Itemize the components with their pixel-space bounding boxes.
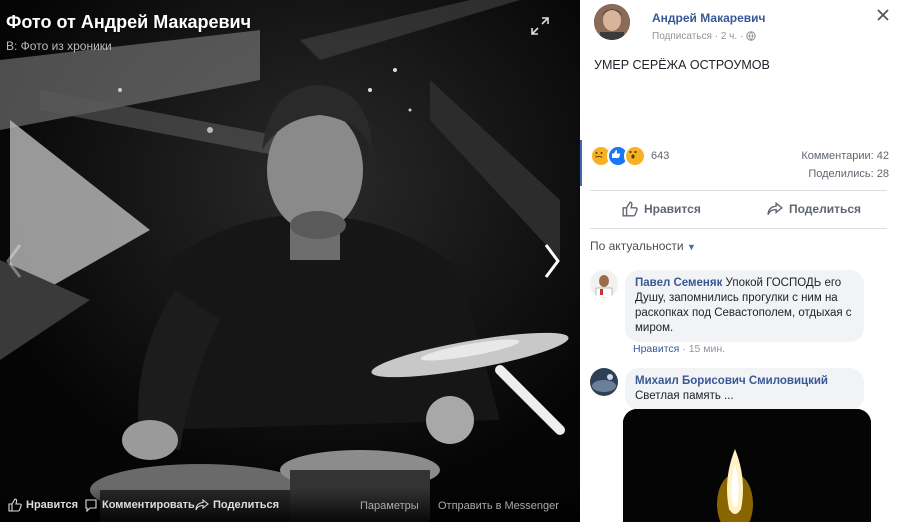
like-label: Нравится (644, 202, 701, 216)
photo[interactable] (0, 0, 580, 522)
like-button[interactable]: Нравится (622, 201, 701, 217)
post-meta: Подписаться · 2 ч. · (652, 31, 756, 44)
photo-like-button[interactable]: Нравится (8, 498, 78, 512)
photo-action-bar: Нравится Комментировать Поделиться Парам… (0, 488, 580, 522)
comment-actions: Нравится · 15 мин. (633, 343, 725, 355)
thumbs-up-icon (622, 201, 638, 217)
comment-item: Павел Семеняк Упокой ГОСПОДЬ его Душу, з… (590, 270, 887, 360)
meta-separator: · (714, 31, 719, 42)
commenter-avatar[interactable] (590, 270, 618, 298)
share-icon (767, 201, 783, 215)
comment-sort-dropdown[interactable]: По актуальности ▼ (590, 239, 696, 253)
comment-item: Михаил Борисович Смиловицкий Светлая пам… (590, 368, 887, 410)
follow-link[interactable]: Подписаться (652, 31, 712, 42)
photo-comment-label: Комментировать (102, 499, 195, 511)
post-stats: Комментарии: 42 Поделились: 28 (801, 147, 889, 183)
post-author[interactable]: Андрей Макаревич (652, 11, 765, 25)
comment-bubble: Павел Семеняк Упокой ГОСПОДЬ его Душу, з… (625, 270, 864, 342)
shares-count[interactable]: Поделились: 28 (801, 165, 889, 183)
photo-like-label: Нравится (26, 499, 79, 511)
meta-separator: · (682, 343, 686, 355)
photo-share-button[interactable]: Поделиться (195, 498, 279, 512)
thumbs-up-icon (8, 498, 22, 512)
send-messenger-label: Отправить в Messenger (438, 500, 559, 512)
divider (590, 190, 887, 191)
comment-time[interactable]: 15 мин. (689, 343, 725, 355)
photo-viewer: Фото от Андрей Макаревич В: Фото из хрон… (0, 0, 580, 522)
photo-comment-button[interactable]: Комментировать (84, 498, 195, 512)
divider (590, 228, 887, 229)
caret-down-icon: ▼ (686, 242, 696, 252)
avatar[interactable] (594, 4, 630, 40)
post-side-panel: Андрей Макаревич Подписаться · 2 ч. · УМ… (580, 0, 897, 522)
photo-title: Фото от Андрей Макаревич (6, 12, 252, 32)
chevron-left-icon[interactable] (4, 243, 24, 285)
chevron-right-icon[interactable] (542, 243, 562, 285)
comment-image[interactable] (623, 409, 871, 522)
reaction-count[interactable]: 643 (651, 150, 669, 162)
reaction-accent-bar (580, 140, 582, 186)
photo-album-link[interactable]: В: Фото из хроники (6, 39, 112, 53)
sort-label: По актуальности (590, 239, 684, 253)
globe-icon (746, 31, 756, 44)
meta-separator: · (739, 31, 744, 42)
photo-options-label: Параметры (360, 500, 419, 512)
commenter-name[interactable]: Павел Семеняк (635, 277, 722, 289)
comment-text: Светлая память ... (635, 390, 734, 402)
photo-options-button[interactable]: Параметры (360, 500, 419, 512)
expand-icon[interactable] (530, 16, 550, 36)
share-label: Поделиться (789, 202, 862, 216)
post-text: УМЕР СЕРЁЖА ОСТРОУМОВ (594, 58, 770, 72)
comments-count[interactable]: Комментарии: 42 (801, 147, 889, 165)
comment-icon (85, 499, 97, 512)
wow-icon (624, 145, 646, 167)
commenter-name[interactable]: Михаил Борисович Смиловицкий (635, 374, 854, 389)
comment-like-link[interactable]: Нравится (633, 343, 679, 355)
reactions-summary[interactable]: 643 (590, 145, 669, 167)
comment-bubble: Михаил Борисович Смиловицкий Светлая пам… (625, 368, 864, 410)
close-icon[interactable] (877, 6, 889, 24)
photo-share-label: Поделиться (213, 499, 280, 511)
commenter-avatar[interactable] (590, 368, 618, 396)
share-icon (195, 498, 209, 511)
share-button[interactable]: Поделиться (767, 201, 861, 217)
send-messenger-button[interactable]: Отправить в Messenger (438, 500, 559, 512)
post-time[interactable]: 2 ч. (721, 31, 737, 42)
